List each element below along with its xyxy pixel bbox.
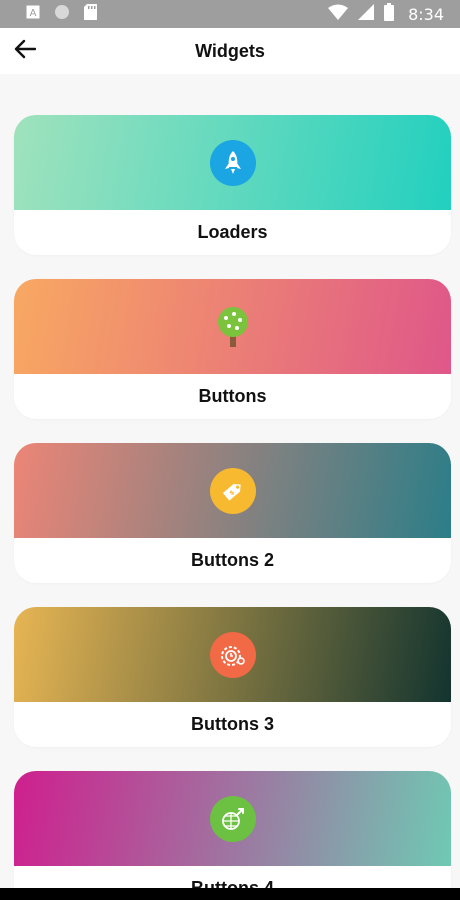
- price-tag-icon: $: [209, 467, 256, 514]
- card-label: Buttons: [198, 386, 267, 406]
- arrow-left-icon: [14, 39, 37, 64]
- page-title: Widgets: [195, 40, 265, 61]
- widget-list: Loaders Buttons $ Buttons 2 Buttons 3: [14, 115, 451, 900]
- battery-icon: [384, 2, 395, 26]
- signal-icon: [358, 3, 375, 25]
- widget-card-loaders[interactable]: Loaders: [14, 115, 451, 255]
- widget-card-buttons-2[interactable]: $ Buttons 2: [14, 443, 451, 583]
- card-banner: [14, 771, 451, 866]
- widget-card-buttons-3[interactable]: Buttons 3: [14, 607, 451, 747]
- globe-arrow-icon: [209, 795, 256, 842]
- status-bar: A 8:34: [0, 0, 460, 28]
- card-banner: [14, 607, 451, 702]
- svg-text:A: A: [30, 8, 37, 19]
- sd-card-icon: [84, 3, 98, 25]
- card-banner: [14, 115, 451, 210]
- card-label: Buttons 2: [191, 550, 274, 570]
- card-banner: $: [14, 443, 451, 538]
- app-bar: Widgets: [0, 28, 460, 74]
- circle-icon: [54, 4, 70, 25]
- card-banner: [14, 279, 451, 374]
- wifi-icon: [328, 4, 349, 25]
- tree-icon: [210, 304, 256, 350]
- rocket-icon: [209, 139, 256, 186]
- status-time: 8:34: [408, 4, 444, 24]
- widget-card-buttons[interactable]: Buttons: [14, 279, 451, 419]
- system-nav-bar: [0, 888, 460, 900]
- card-label: Loaders: [197, 222, 268, 242]
- widget-card-buttons-4[interactable]: Buttons 4: [14, 771, 451, 900]
- card-label: Buttons 3: [191, 714, 274, 734]
- settings-timer-icon: [209, 631, 256, 678]
- a-box-icon: A: [26, 5, 40, 24]
- back-button[interactable]: [10, 37, 40, 65]
